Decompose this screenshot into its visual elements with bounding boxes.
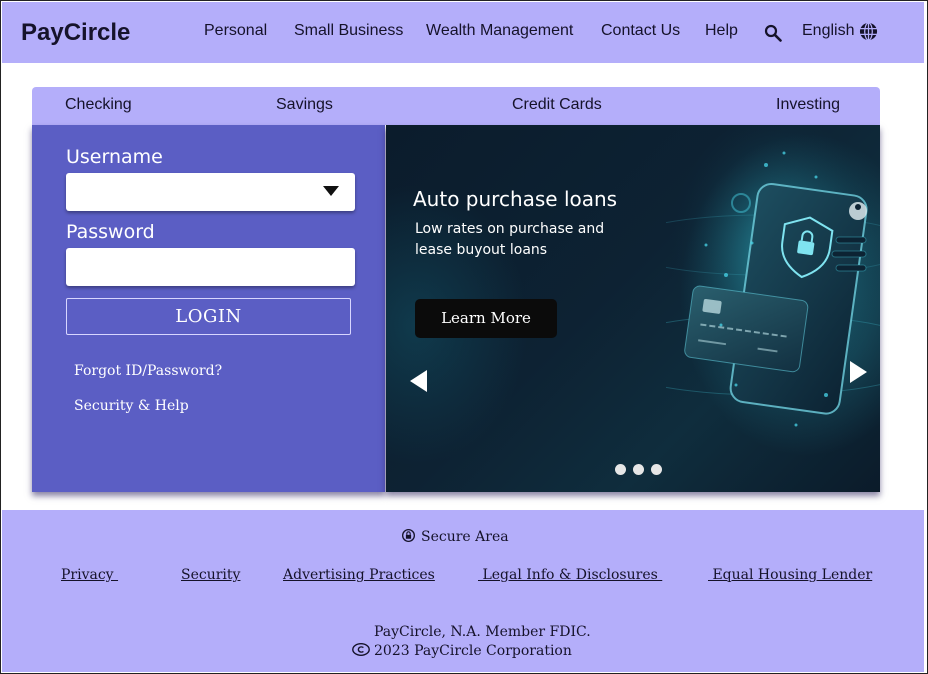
nav-help[interactable]: Help (705, 22, 738, 40)
copyright-icon (352, 643, 370, 656)
phone-security-illustration (666, 125, 880, 427)
carousel-dot-1[interactable] (615, 464, 626, 475)
username-label: Username (66, 146, 163, 168)
password-label: Password (66, 221, 155, 243)
secure-area: Secure Area (402, 529, 509, 545)
search-icon[interactable] (764, 24, 782, 42)
hero-title: Auto purchase loans (413, 187, 618, 211)
secure-area-label: Secure Area (421, 529, 509, 545)
security-help-link[interactable]: Security & Help (74, 398, 189, 414)
carousel-dot-2[interactable] (633, 464, 644, 475)
hero-subtitle: Low rates on purchase and lease buyout l… (415, 221, 605, 258)
copyright-notice: 2023 PayCircle Corporation (352, 643, 572, 659)
copyright-text: 2023 PayCircle Corporation (374, 643, 572, 659)
footer-link-security[interactable]: Security (181, 567, 240, 583)
footer-link-equal-housing-lender[interactable]: Equal Housing Lender (708, 567, 872, 583)
footer-link-advertising-practices[interactable]: Advertising Practices (283, 567, 435, 583)
globe-icon[interactable] (859, 22, 878, 41)
carousel-dot-3[interactable] (651, 464, 662, 475)
nav-small-business[interactable]: Small Business (294, 22, 403, 40)
tab-savings[interactable]: Savings (276, 96, 333, 114)
tab-investing[interactable]: Investing (776, 96, 840, 114)
password-field[interactable] (66, 248, 355, 286)
nav-contact-us[interactable]: Contact Us (601, 22, 680, 40)
learn-more-button[interactable]: Learn More (415, 299, 557, 338)
login-button[interactable]: LOGIN (66, 298, 351, 335)
nav-wealth-management[interactable]: Wealth Management (426, 22, 573, 40)
carousel-next-arrow-icon[interactable] (850, 361, 867, 383)
fdic-notice: PayCircle, N.A. Member FDIC. (374, 624, 591, 640)
tab-checking[interactable]: Checking (65, 96, 132, 114)
footer-link-privacy[interactable]: Privacy (61, 567, 118, 583)
footer-link-legal-info[interactable]: Legal Info & Disclosures (478, 567, 662, 583)
nav-personal[interactable]: Personal (204, 22, 267, 40)
brand-logo[interactable]: PayCircle (21, 19, 130, 47)
chevron-down-icon[interactable] (323, 186, 339, 196)
forgot-password-link[interactable]: Forgot ID/Password? (74, 363, 222, 379)
product-tabs-bar (32, 87, 880, 125)
language-selector[interactable]: English (802, 22, 854, 40)
carousel-prev-arrow-icon[interactable] (410, 370, 427, 392)
lock-icon (402, 529, 415, 542)
username-field[interactable] (66, 173, 355, 211)
promo-carousel: Auto purchase loans Low rates on purchas… (386, 125, 880, 492)
tab-credit-cards[interactable]: Credit Cards (512, 96, 602, 114)
